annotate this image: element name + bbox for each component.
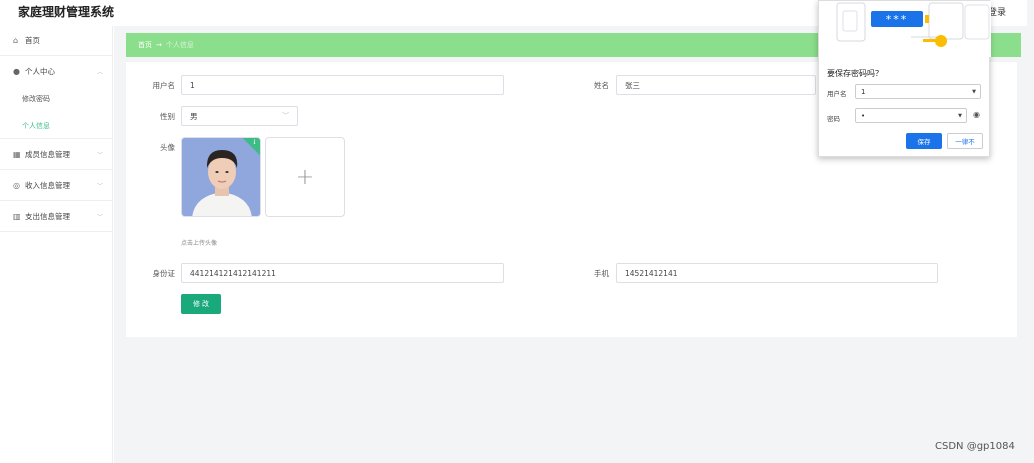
sidebar-subitem-label: 个人信息 (22, 121, 50, 130)
breadcrumb-home[interactable]: 首页 (138, 40, 152, 50)
password-illustration: *** (819, 1, 991, 57)
caret-down-icon: ▼ (958, 112, 962, 119)
sidebar-item-label: 首页 (25, 36, 40, 45)
chevron-down-icon: ﹀ (96, 214, 103, 221)
popup-save-button[interactable]: 保存 (906, 133, 942, 149)
username-value: 1 (190, 80, 195, 90)
popup-password-value: • (861, 111, 866, 120)
sidebar-item-personal-center[interactable]: ● 个人中心 ︿ (0, 56, 113, 86)
home-icon: ⌂ (13, 36, 19, 45)
avatar-upload-button[interactable]: + (265, 137, 345, 217)
save-password-popup: *** 要保存密码吗？ 用户名 1 ▼ 密码 • ▼ ◉ 保存 一律不 (818, 0, 991, 157)
list-icon: ▦ (13, 150, 21, 159)
username-field[interactable]: 1 (181, 75, 504, 95)
sidebar-item-expense[interactable]: ▥ 支出信息管理 ﹀ (0, 202, 113, 232)
gender-label: 性别 (160, 112, 175, 121)
avatar-image[interactable]: ✓ (181, 137, 261, 217)
app-root: 家庭理财管理系统 登录 ⌂ 首页 ● 个人中心 ︿ 修改密码 个人信息 ▦ 成员… (0, 0, 1034, 463)
illustration-graphic (836, 2, 990, 47)
phone-label: 手机 (594, 269, 609, 278)
popup-username-select[interactable]: 1 ▼ (855, 84, 981, 99)
window-edge (1027, 0, 1034, 463)
popup-title: 要保存密码吗？ (827, 69, 883, 78)
phone-value: 14521412141 (625, 268, 678, 278)
eye-icon[interactable]: ◉ (973, 110, 980, 119)
breadcrumb-arrow-icon: → (156, 41, 162, 49)
name-label: 姓名 (594, 81, 609, 90)
popup-username-label: 用户名 (827, 90, 847, 98)
submit-button[interactable]: 修 改 (181, 294, 221, 314)
sidebar-item-label: 个人中心 (25, 66, 55, 76)
popup-password-select[interactable]: • ▼ (855, 108, 967, 123)
sidebar-item-income[interactable]: ◎ 收入信息管理 ﹀ (0, 171, 113, 201)
popup-password-label: 密码 (827, 115, 840, 123)
name-field[interactable]: 张三 (616, 75, 816, 95)
sidebar-subitem-profile[interactable]: 个人信息 (0, 113, 113, 139)
popup-never-button[interactable]: 一律不 (947, 133, 983, 149)
avatar-portrait (182, 138, 260, 216)
name-value: 张三 (625, 80, 640, 90)
gender-select[interactable]: 男 ﹀ (181, 106, 298, 126)
username-label: 用户名 (152, 81, 176, 90)
sidebar-item-members[interactable]: ▦ 成员信息管理 ﹀ (0, 140, 113, 170)
chevron-up-icon: ︿ (96, 68, 103, 76)
chevron-down-icon: ﹀ (96, 152, 103, 159)
user-icon: ● (13, 66, 20, 76)
sidebar-item-label: 收入信息管理 (25, 181, 70, 190)
app-title: 家庭理财管理系统 (18, 5, 115, 19)
sidebar-item-label: 支出信息管理 (25, 212, 70, 221)
watermark: CSDN @gp1084 (935, 441, 1015, 452)
sidebar-item-home[interactable]: ⌂ 首页 (0, 26, 113, 56)
popup-username-value: 1 (861, 87, 866, 96)
sidebar-subitem-label: 修改密码 (22, 95, 50, 103)
gender-value: 男 (190, 111, 198, 121)
breadcrumb-current: 个人信息 (165, 41, 194, 49)
plus-icon: + (295, 164, 315, 190)
phone-field[interactable]: 14521412141 (616, 263, 938, 283)
avatar-label: 头像 (160, 143, 175, 152)
sidebar-subitem-change-password[interactable]: 修改密码 (0, 86, 113, 112)
idcard-field[interactable]: 441214121412141211 (181, 263, 504, 283)
password-dots: *** (871, 11, 923, 27)
upload-hint: 点击上传头像 (181, 240, 218, 247)
caret-down-icon: ▼ (972, 88, 976, 95)
chart-icon: ▥ (13, 212, 21, 221)
money-icon: ◎ (13, 181, 20, 190)
chevron-down-icon: ﹀ (282, 112, 289, 120)
chevron-down-icon: ﹀ (96, 183, 103, 190)
idcard-value: 441214121412141211 (190, 268, 276, 278)
sidebar-item-label: 成员信息管理 (25, 150, 70, 159)
sidebar: ⌂ 首页 ● 个人中心 ︿ 修改密码 个人信息 ▦ 成员信息管理 ﹀ ◎ 收入信… (0, 26, 113, 463)
idcard-label: 身份证 (152, 269, 176, 278)
